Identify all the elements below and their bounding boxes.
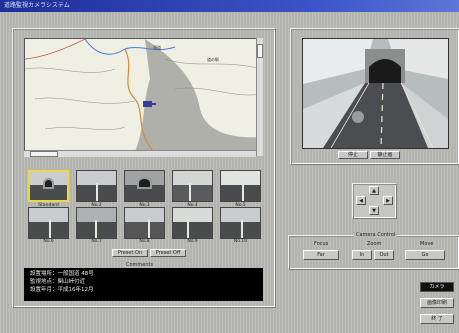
thumbnail-label: No.9 <box>187 239 198 244</box>
pan-down-button[interactable]: ▼ <box>369 206 379 215</box>
map-label-1: 国道 <box>153 45 161 50</box>
thumbnail-label: No.6 <box>43 239 54 244</box>
pan-left-button[interactable]: ◀ <box>356 196 366 205</box>
focus-far-button[interactable]: Far <box>303 250 339 260</box>
print-image-button[interactable]: 画像印刷 <box>420 298 454 308</box>
route-map[interactable]: 国道 道の駅 <box>24 38 262 152</box>
thumbnail-label: No.10 <box>233 239 248 244</box>
pan-up-button[interactable]: ▲ <box>369 186 379 195</box>
window-title: 道路監視カメラシステム <box>0 0 459 12</box>
comments-box: 設置場所：一般国道 48号 監視地点：関山峠付近 設置年月：平成16年12月 <box>24 268 263 301</box>
comment-line-3: 設置年月：平成16年12月 <box>30 287 94 293</box>
arrow-up-icon: ▲ <box>372 188 376 194</box>
focus-label: Focus <box>312 241 331 247</box>
zoom-out-button[interactable]: Out <box>374 250 394 260</box>
preset-on-button[interactable]: Preset On <box>112 249 148 257</box>
pan-right-button[interactable]: ▶ <box>383 196 393 205</box>
camera-marker[interactable] <box>143 101 152 107</box>
map-vertical-scrollbar[interactable] <box>256 38 263 156</box>
zoom-in-button[interactable]: In <box>352 250 372 260</box>
camera-thumbnail-3[interactable] <box>124 170 165 202</box>
arrow-down-icon: ▼ <box>372 208 376 214</box>
camera-thumbnail-10[interactable] <box>220 207 261 239</box>
camera-thumbnail-7[interactable] <box>76 207 117 239</box>
zoom-label: Zoom <box>365 241 384 247</box>
camera-thumbnail-6[interactable] <box>28 207 69 239</box>
comment-line-1: 設置場所：一般国道 48号 <box>30 271 94 277</box>
map-label-2: 道の駅 <box>207 57 219 62</box>
move-label: Move <box>418 241 436 247</box>
comment-line-2: 監視地点：関山峠付近 <box>30 279 86 285</box>
thumbnail-label: No.8 <box>139 239 150 244</box>
camera-thumbnail-4[interactable] <box>172 170 213 202</box>
status-button[interactable]: カメラ <box>420 282 454 292</box>
camera-thumbnail-2[interactable] <box>76 170 117 202</box>
camera-thumbnail-8[interactable] <box>124 207 165 239</box>
exit-button[interactable]: 終 了 <box>420 314 454 324</box>
move-go-button[interactable]: Go <box>405 250 445 260</box>
arrow-right-icon: ▶ <box>386 198 390 204</box>
camera-thumbnail-9[interactable] <box>172 207 213 239</box>
preset-off-button[interactable]: Preset Off <box>150 249 186 257</box>
thumbnail-label: No.7 <box>91 239 102 244</box>
camera-thumbnail-standard[interactable] <box>28 170 69 202</box>
camera-still-button[interactable]: 静止画 <box>370 151 400 159</box>
camera-stop-button[interactable]: 停止 <box>338 151 368 159</box>
arrow-left-icon: ◀ <box>359 198 363 204</box>
map-horizontal-scrollbar[interactable] <box>24 150 256 157</box>
camera-thumbnail-5[interactable] <box>220 170 261 202</box>
camera-control-title: Camera Control <box>354 232 398 238</box>
map-graphic <box>25 39 261 151</box>
camera-image <box>303 39 448 148</box>
live-camera-view <box>302 38 449 149</box>
